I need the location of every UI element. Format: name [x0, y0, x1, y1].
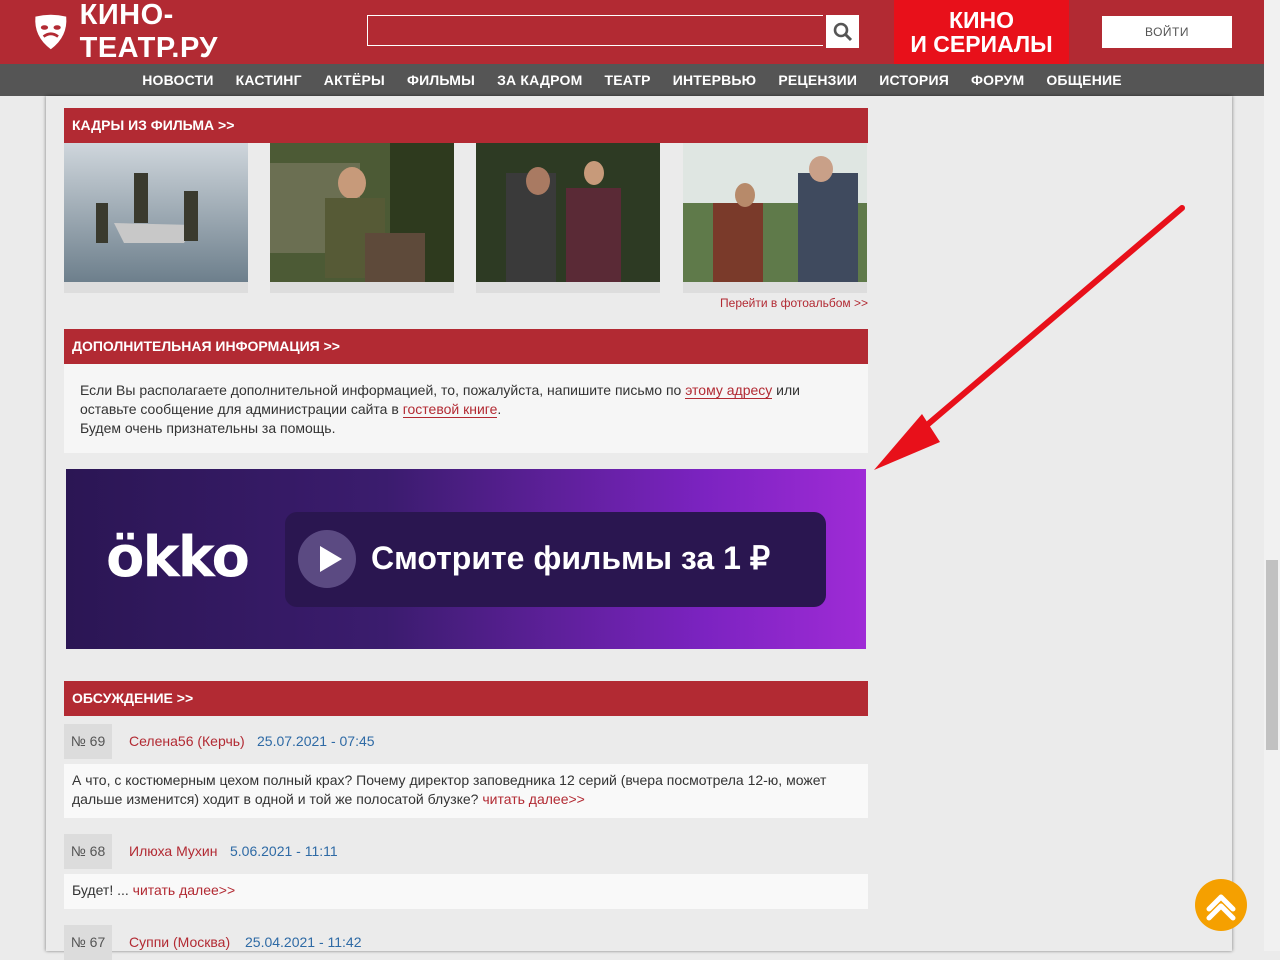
film-frame-4[interactable] [683, 143, 867, 293]
comment-number: № 67 [64, 925, 112, 960]
red-arrow-annotation [874, 205, 1185, 470]
comment-author[interactable]: Илюха Мухин [129, 834, 217, 869]
film-frame-1[interactable] [64, 143, 248, 293]
main-nav: НОВОСТИ КАСТИНГ АКТЁРЫ ФИЛЬМЫ ЗА КАДРОМ ТЕАТР… [0, 64, 1264, 96]
search-input[interactable] [367, 15, 823, 46]
comment-author[interactable]: Суппи (Москва) [129, 925, 230, 960]
search-button[interactable] [826, 15, 859, 48]
film-frame-2[interactable] [270, 143, 454, 293]
nav-item[interactable]: ОБЩЕНИЕ [1035, 64, 1132, 96]
info-text-2: или [772, 382, 800, 398]
okko-logo: ökko [106, 525, 250, 590]
kino-serialy-promo[interactable]: КИНО И СЕРИАЛЫ [894, 0, 1069, 64]
nav-item[interactable]: КАСТИНГ [225, 64, 313, 96]
scrollbar[interactable] [1264, 0, 1280, 951]
info-box: Если Вы располагаете дополнительной инфо… [64, 364, 868, 453]
okko-banner[interactable]: ökko Смотрите фильмы за 1 ₽ [66, 469, 866, 649]
guestbook-link[interactable]: гостевой книге [402, 401, 498, 418]
photo-album-link[interactable]: Перейти в фотоальбом >> [620, 296, 868, 310]
comment-date: 25.07.2021 - 07:45 [257, 733, 375, 749]
comment-header: № 68 Илюха Мухин 5.06.2021 - 11:11 [64, 834, 868, 869]
scrollbar-thumb[interactable] [1266, 560, 1278, 750]
comment-number: № 68 [64, 834, 112, 869]
okko-cta-button[interactable]: Смотрите фильмы за 1 ₽ [285, 512, 826, 607]
film-frame-image [683, 143, 867, 282]
site-logo[interactable]: КИНО-ТЕАТР.РУ [30, 0, 290, 64]
nav-item[interactable]: ФОРУМ [960, 64, 1035, 96]
film-frame-image [270, 143, 454, 282]
comment-header: № 67 Суппи (Москва) 25.04.2021 - 11:42 [64, 925, 868, 960]
nav-item[interactable]: ЗА КАДРОМ [486, 64, 593, 96]
read-more-link[interactable]: читать далее>> [133, 882, 236, 898]
chevron-up-icon [1206, 894, 1236, 921]
comment-body: Будет! ... читать далее>> [64, 874, 868, 909]
frames-section-title[interactable]: КАДРЫ ИЗ ФИЛЬМА >> [64, 108, 868, 143]
login-button[interactable]: ВОЙТИ [1102, 16, 1232, 48]
info-text-4: . [497, 401, 502, 417]
theatre-mask-icon [35, 14, 67, 50]
okko-cta-text: Смотрите фильмы за 1 ₽ [371, 540, 771, 576]
read-more-link[interactable]: читать далее>> [482, 791, 585, 807]
logo-text: КИНО-ТЕАТР.РУ [79, 0, 218, 64]
film-frame-3[interactable] [476, 143, 660, 293]
promo-line-1: КИНО [948, 7, 1015, 33]
info-text-3: оставьте сообщение для администрации сай… [80, 401, 403, 417]
discussion-section-title[interactable]: ОБСУЖДЕНИЕ >> [64, 681, 868, 716]
comment-text: А что, с костюмерным цехом полный крах? … [72, 772, 827, 807]
info-section-title[interactable]: ДОПОЛНИТЕЛЬНАЯ ИНФОРМАЦИЯ >> [64, 329, 868, 364]
comment-number: № 69 [64, 724, 112, 759]
comment-date: 5.06.2021 - 11:11 [230, 843, 338, 859]
info-text-5: Будем очень признательны за помощь. [80, 420, 336, 436]
nav-item[interactable]: РЕЦЕНЗИИ [767, 64, 868, 96]
email-link[interactable]: этому адресу [685, 382, 773, 399]
nav-item[interactable]: АКТЁРЫ [313, 64, 396, 96]
play-icon [298, 530, 356, 588]
info-text-1: Если Вы располагаете дополнительной инфо… [80, 382, 686, 398]
comment-date: 25.04.2021 - 11:42 [245, 934, 362, 950]
site-header: КИНО-ТЕАТР.РУ КИНО И СЕРИАЛЫ ВОЙТИ [0, 0, 1264, 64]
nav-item[interactable]: НОВОСТИ [131, 64, 224, 96]
film-frame-image [476, 143, 660, 282]
nav-item[interactable]: ФИЛЬМЫ [396, 64, 486, 96]
comment-header: № 69 Селена56 (Керчь) 25.07.2021 - 07:45 [64, 724, 868, 759]
film-frame-image [64, 143, 248, 282]
comment-body: А что, с костюмерным цехом полный крах? … [64, 764, 868, 818]
comment-author[interactable]: Селена56 (Керчь) [129, 724, 245, 759]
main-nav-bar: НОВОСТИ КАСТИНГ АКТЁРЫ ФИЛЬМЫ ЗА КАДРОМ ТЕАТР… [0, 64, 1264, 96]
nav-item[interactable]: ИСТОРИЯ [868, 64, 960, 96]
nav-item[interactable]: ИНТЕРВЬЮ [662, 64, 768, 96]
promo-line-2: И СЕРИАЛЫ [910, 31, 1053, 57]
nav-item[interactable]: ТЕАТР [594, 64, 662, 96]
scroll-to-top-button[interactable] [1195, 879, 1247, 931]
comment-text: Будет! ... [72, 882, 129, 898]
search-icon [833, 22, 852, 41]
